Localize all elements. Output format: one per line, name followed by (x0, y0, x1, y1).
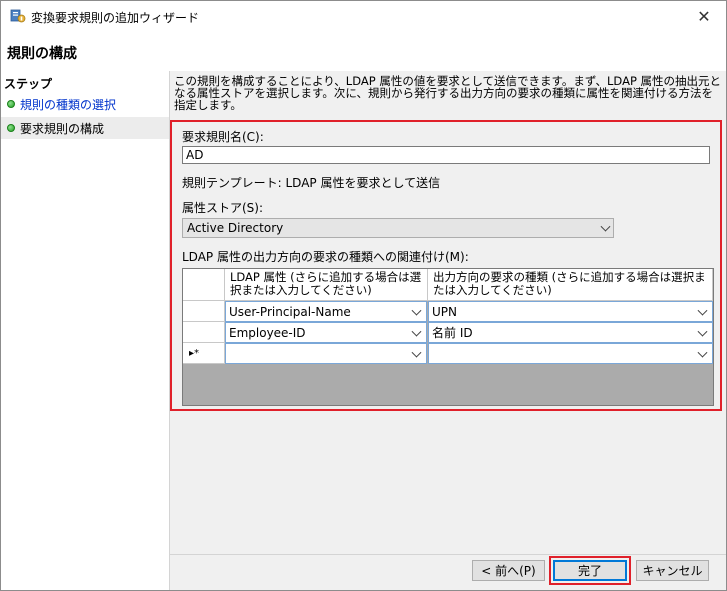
adfs-wizard-icon (10, 9, 26, 23)
close-button[interactable]: ✕ (682, 1, 726, 31)
row-header[interactable] (183, 301, 225, 322)
page-header: 規則の構成 (1, 31, 726, 71)
mapping-label: LDAP 属性の出力方向の要求の種類への関連付け(M): (182, 250, 469, 264)
step-item-configure-rule[interactable]: 要求規則の構成 (1, 117, 169, 139)
ldap-attribute-cell[interactable]: Employee-ID (225, 322, 427, 343)
cancel-button[interactable]: キャンセル (636, 560, 709, 581)
ldap-attribute-value: User-Principal-Name (229, 304, 351, 319)
chevron-down-icon (697, 347, 708, 358)
claim-type-cell[interactable] (428, 343, 713, 364)
mapping-table: LDAP 属性 (さらに追加する場合は選択または入力してください) 出力方向の要… (182, 268, 714, 406)
content-pane: この規則を構成することにより、LDAP 属性の値を要求として送信できます。まず、… (170, 71, 726, 590)
chevron-down-icon (411, 305, 422, 316)
attribute-store-select[interactable]: Active Directory (182, 218, 614, 238)
claim-type-value: 名前 ID (432, 326, 473, 340)
claim-type-value: UPN (432, 304, 457, 319)
green-dot-icon (7, 124, 15, 132)
table-row: Employee-ID 名前 ID (183, 322, 713, 343)
chevron-down-icon (697, 326, 708, 337)
template-text: 規則テンプレート: LDAP 属性を要求として送信 (182, 176, 441, 190)
close-icon: ✕ (697, 6, 711, 26)
chevron-down-icon (411, 326, 422, 337)
ldap-attribute-value: Employee-ID (229, 325, 306, 340)
ldap-attribute-cell[interactable] (225, 343, 427, 364)
row-header-corner (183, 269, 225, 301)
column-header-claim[interactable]: 出力方向の要求の種類 (さらに追加する場合は選択または入力してください) (428, 269, 713, 301)
table-row: User-Principal-Name UPN (183, 301, 713, 322)
chevron-down-icon (411, 347, 422, 358)
step-item-rule-type[interactable]: 規則の種類の選択 (1, 93, 169, 115)
steps-pane: ステップ 規則の種類の選択 要求規則の構成 (1, 71, 170, 590)
page-title: 規則の構成 (7, 46, 77, 62)
table-header-row: LDAP 属性 (さらに追加する場合は選択または入力してください) 出力方向の要… (183, 269, 713, 301)
attribute-store-label: 属性ストア(S): (182, 201, 264, 215)
wizard-window: 変換要求規則の追加ウィザード ✕ 規則の構成 ステップ 規則の種類の選択 要求規… (0, 0, 727, 591)
step-item-label: 要求規則の構成 (20, 121, 105, 136)
claim-type-cell[interactable]: 名前 ID (428, 322, 713, 343)
claim-type-cell[interactable]: UPN (428, 301, 713, 322)
title-bar: 変換要求規則の追加ウィザード ✕ (1, 1, 726, 31)
rule-name-input[interactable] (182, 146, 710, 164)
description-text: この規則を構成することにより、LDAP 属性の値を要求として送信できます。まず、… (174, 74, 722, 112)
attribute-store-value: Active Directory (187, 221, 284, 235)
back-button[interactable]: < 前へ(P) (472, 560, 545, 581)
steps-header: ステップ (4, 77, 53, 91)
finish-button[interactable]: 完了 (553, 560, 627, 581)
chevron-down-icon (697, 305, 708, 316)
new-row-marker[interactable]: ▸* (183, 343, 225, 364)
row-header[interactable] (183, 322, 225, 343)
footer-divider (170, 554, 726, 555)
window-title: 変換要求規則の追加ウィザード (31, 11, 200, 25)
table-row-new: ▸* (183, 343, 713, 364)
green-dot-icon (7, 100, 15, 108)
chevron-down-icon (600, 221, 611, 232)
ldap-attribute-cell[interactable]: User-Principal-Name (225, 301, 427, 322)
step-item-label: 規則の種類の選択 (20, 97, 117, 112)
column-header-ldap[interactable]: LDAP 属性 (さらに追加する場合は選択または入力してください) (225, 269, 428, 301)
rule-name-label: 要求規則名(C): (182, 130, 264, 144)
highlight-box: 要求規則名(C): 規則テンプレート: LDAP 属性を要求として送信 属性スト… (170, 120, 722, 411)
